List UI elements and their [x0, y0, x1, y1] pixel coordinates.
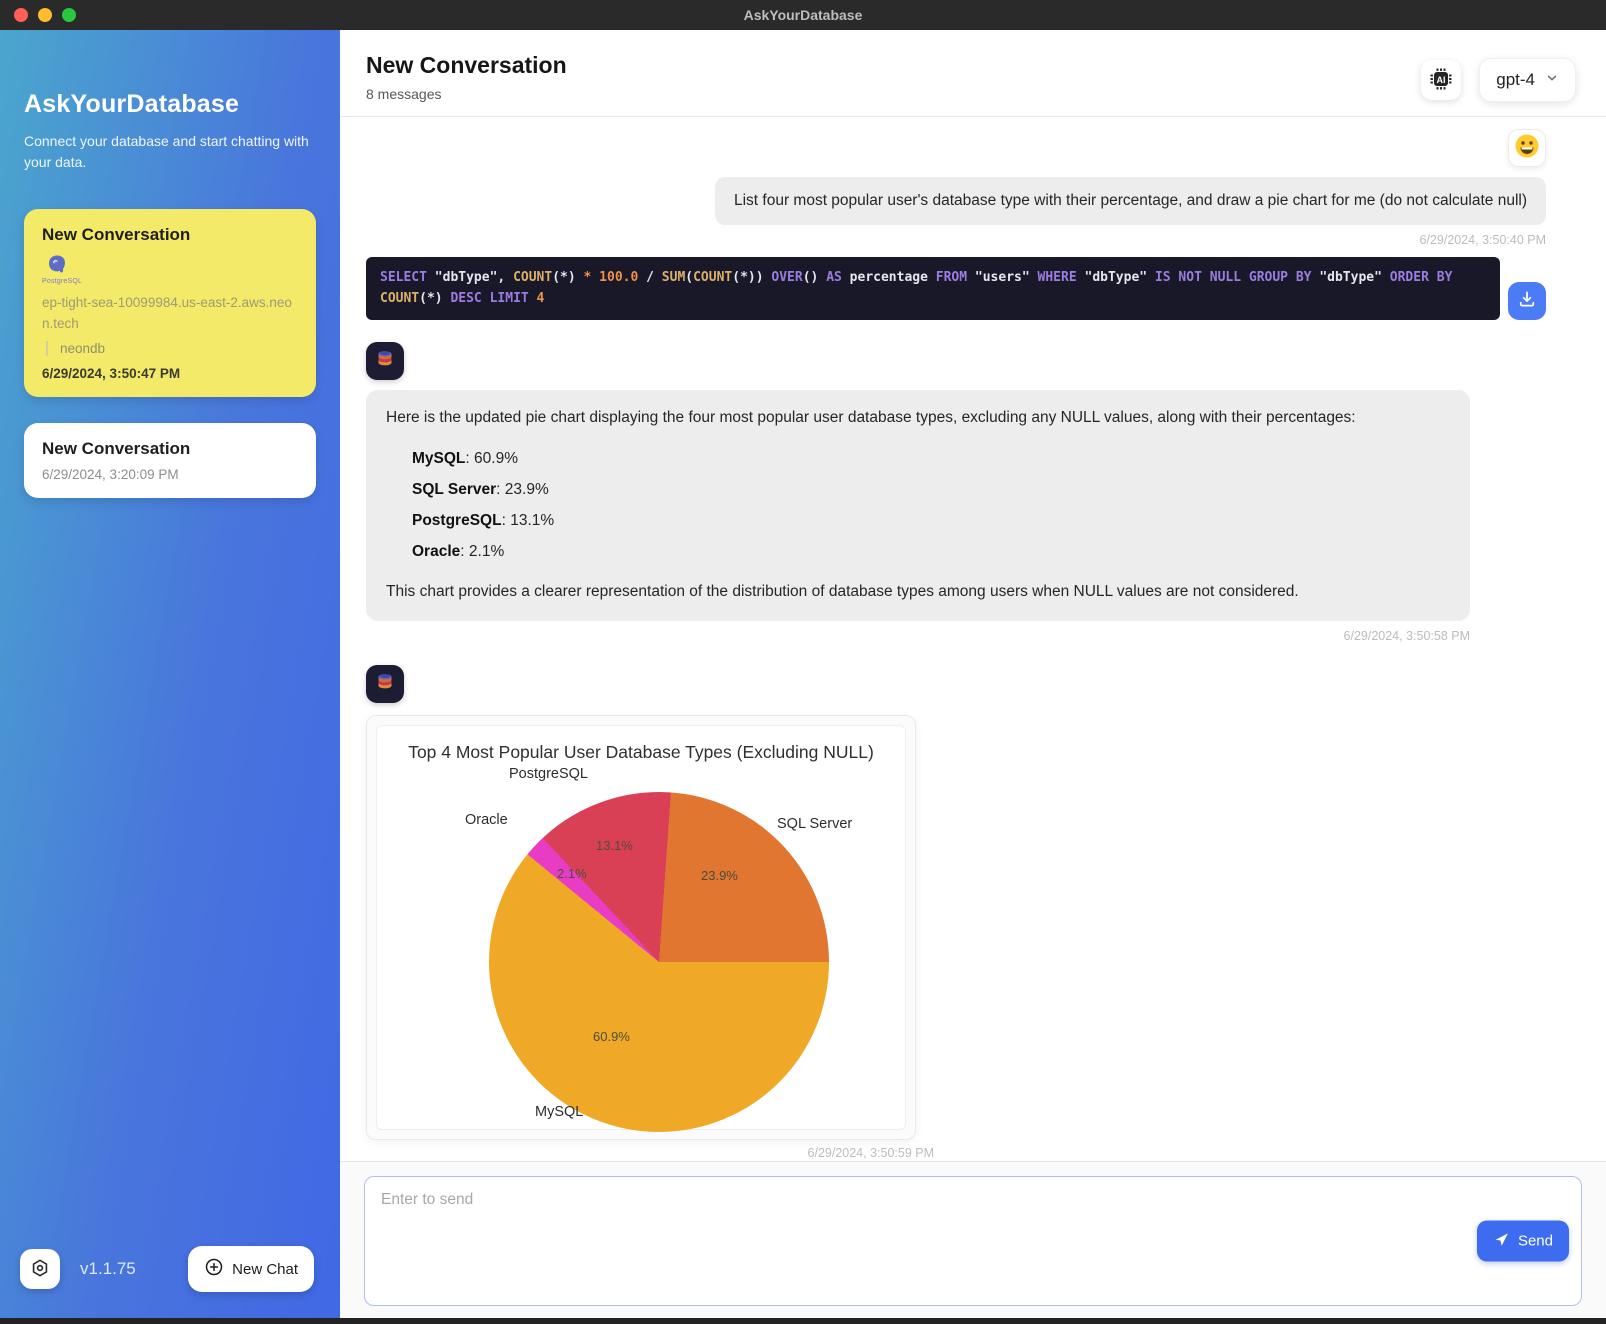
user-message-group: List four most popular user's database t… — [366, 129, 1546, 247]
sidebar-footer: v1.1.75 New Chat — [20, 1246, 314, 1292]
download-icon — [1517, 289, 1537, 312]
assistant-avatar — [366, 665, 404, 703]
message-timestamp: 6/29/2024, 3:50:40 PM — [366, 233, 1546, 247]
close-window-button[interactable] — [14, 8, 28, 22]
connection-host: ep-tight-sea-10099984.us-east-2.aws.neon… — [42, 293, 298, 335]
ai-settings-button[interactable]: AI — [1421, 60, 1461, 100]
list-item: MySQL: 60.9% — [412, 443, 1450, 474]
new-chat-label: New Chat — [232, 1261, 298, 1278]
dbtype-percentage-list: MySQL: 60.9% SQL Server: 23.9% PostgreSQ… — [386, 443, 1450, 567]
pie-label-sql-server: SQL Server — [777, 816, 852, 832]
pie-value-mysql: 60.9% — [593, 1029, 630, 1044]
conversation-timestamp: 6/29/2024, 3:50:47 PM — [42, 366, 298, 381]
send-label: Send — [1518, 1233, 1553, 1250]
connection-database: neondb — [46, 341, 298, 356]
assistant-avatar-row — [366, 665, 1546, 703]
message-timestamp: 6/29/2024, 3:50:59 PM — [366, 1146, 934, 1160]
header-actions: AI gpt-4 — [1421, 58, 1576, 102]
ai-chip-icon: AI — [1428, 66, 1454, 95]
pie-value-postgresql: 13.1% — [596, 838, 633, 853]
database-stack-icon — [373, 669, 397, 698]
model-select[interactable]: gpt-4 — [1479, 58, 1576, 102]
conversation-title: New Conversation — [42, 439, 298, 459]
database-stack-icon — [373, 346, 397, 375]
app-version: v1.1.75 — [80, 1259, 136, 1279]
svg-text:AI: AI — [1437, 75, 1446, 85]
conversation-header: New Conversation 8 messages — [340, 30, 1606, 117]
message-count: 8 messages — [366, 86, 567, 102]
conversation-card[interactable]: New Conversation 6/29/2024, 3:20:09 PM — [24, 423, 316, 498]
paper-plane-icon — [1493, 1231, 1510, 1252]
chevron-down-icon — [1545, 70, 1559, 90]
message-timestamp: 6/29/2024, 3:50:58 PM — [366, 629, 1470, 643]
message-list: List four most popular user's database t… — [340, 117, 1606, 1161]
assistant-intro: Here is the updated pie chart displaying… — [386, 407, 1450, 429]
app-window: AskYourDatabase AskYourDatabase Connect … — [0, 0, 1606, 1324]
list-item: SQL Server: 23.9% — [412, 474, 1450, 505]
pie-label-oracle: Oracle — [465, 812, 508, 828]
page-title: New Conversation — [366, 52, 567, 79]
pie-chart-card: Top 4 Most Popular User Database Types (… — [366, 715, 916, 1140]
traffic-lights — [14, 8, 76, 22]
message-input[interactable] — [365, 1177, 1581, 1305]
postgresql-caption: PostgreSQL — [42, 278, 72, 285]
plus-circle-icon — [204, 1257, 224, 1281]
composer-box: Send — [364, 1176, 1582, 1306]
assistant-avatar-row — [366, 342, 1546, 380]
send-button[interactable]: Send — [1477, 1221, 1569, 1262]
conversation-title: New Conversation — [42, 225, 298, 245]
pie-value-sql-server: 23.9% — [701, 868, 738, 883]
model-name: gpt-4 — [1496, 70, 1535, 90]
download-sql-button[interactable] — [1508, 282, 1546, 320]
main-panel: New Conversation 8 messages — [340, 30, 1606, 1318]
user-message-bubble: List four most popular user's database t… — [715, 177, 1546, 225]
list-item: Oracle: 2.1% — [412, 536, 1450, 567]
pie-chart — [489, 792, 829, 1132]
assistant-outro: This chart provides a clearer representa… — [386, 581, 1450, 603]
pie-label-mysql: MySQL — [535, 1104, 583, 1120]
pie-value-oracle: 2.1% — [557, 866, 587, 881]
chart-title: Top 4 Most Popular User Database Types (… — [377, 742, 905, 763]
pie-chart-plot-area: Top 4 Most Popular User Database Types (… — [376, 725, 906, 1130]
app-name: AskYourDatabase — [24, 90, 316, 119]
sidebar: AskYourDatabase Connect your database an… — [0, 30, 340, 1318]
user-avatar — [1508, 129, 1546, 167]
zoom-window-button[interactable] — [62, 8, 76, 22]
sql-message-group: SELECT "dbType", COUNT(*) * 100.0 / SUM(… — [366, 257, 1546, 319]
new-chat-button[interactable]: New Chat — [188, 1246, 314, 1292]
app-body: AskYourDatabase Connect your database an… — [0, 30, 1606, 1318]
assistant-message-bubble: Here is the updated pie chart displaying… — [366, 390, 1470, 621]
conversation-timestamp: 6/29/2024, 3:20:09 PM — [42, 467, 298, 482]
titlebar: AskYourDatabase — [0, 0, 1606, 30]
conversation-card-active[interactable]: New Conversation PostgreSQL ep-tight-sea… — [24, 209, 316, 397]
list-item: PostgreSQL: 13.1% — [412, 505, 1450, 536]
postgresql-logo-icon: PostgreSQL — [42, 253, 72, 285]
sql-code-block: SELECT "dbType", COUNT(*) * 100.0 / SUM(… — [366, 257, 1500, 319]
assistant-message-group: Here is the updated pie chart displaying… — [366, 390, 1546, 643]
minimize-window-button[interactable] — [38, 8, 52, 22]
window-title: AskYourDatabase — [0, 7, 1606, 23]
app-tagline: Connect your database and start chatting… — [24, 131, 314, 173]
pie-label-postgresql: PostgreSQL — [509, 766, 588, 782]
settings-button[interactable] — [20, 1249, 60, 1289]
assistant-avatar — [366, 342, 404, 380]
gear-icon — [29, 1257, 51, 1282]
smiley-icon — [1514, 133, 1540, 164]
screen-edge — [0, 1318, 1606, 1324]
composer: Send — [340, 1161, 1606, 1318]
